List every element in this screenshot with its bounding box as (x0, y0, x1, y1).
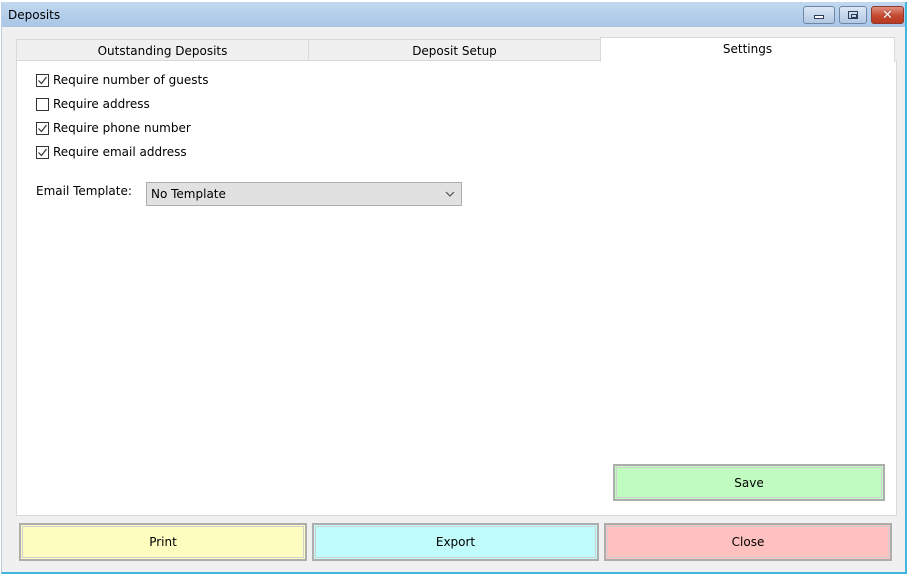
save-button[interactable]: Save (613, 464, 885, 501)
checkmark-icon (38, 124, 47, 132)
settings-panel: Require number of guests Require address… (16, 60, 897, 516)
require-phone-checkbox[interactable] (36, 121, 49, 135)
require-address-row[interactable]: Require address (36, 97, 150, 111)
require-guests-row[interactable]: Require number of guests (36, 73, 208, 87)
require-email-checkbox[interactable] (36, 145, 49, 159)
email-template-label: Email Template: (36, 184, 132, 198)
require-guests-checkbox[interactable] (36, 73, 49, 87)
close-icon: ✕ (882, 7, 893, 23)
deposits-window: Deposits ✕ Outstanding Deposits Deposit … (1, 2, 907, 574)
maximize-button[interactable] (839, 6, 867, 24)
require-phone-row[interactable]: Require phone number (36, 121, 191, 135)
close-button[interactable]: Close (604, 523, 892, 561)
tab-deposit-setup[interactable]: Deposit Setup (308, 39, 601, 61)
require-email-label: Require email address (53, 145, 187, 159)
chevron-down-icon (445, 191, 455, 197)
maximize-icon (848, 11, 858, 19)
email-template-value: No Template (151, 187, 226, 201)
require-address-checkbox[interactable] (36, 97, 49, 111)
minimize-icon (814, 15, 824, 19)
window-title: Deposits (8, 8, 61, 22)
window-close-button[interactable]: ✕ (871, 6, 904, 24)
checkmark-icon (38, 76, 47, 84)
require-phone-label: Require phone number (53, 121, 191, 135)
export-button[interactable]: Export (312, 523, 599, 561)
require-email-row[interactable]: Require email address (36, 145, 187, 159)
print-button[interactable]: Print (19, 523, 307, 561)
tab-strip: Outstanding Deposits Deposit Setup Setti… (16, 37, 896, 62)
minimize-button[interactable] (803, 6, 835, 24)
checkmark-icon (38, 148, 47, 156)
title-bar[interactable]: Deposits ✕ (2, 2, 905, 27)
tab-outstanding-deposits[interactable]: Outstanding Deposits (16, 39, 309, 61)
tab-settings[interactable]: Settings (600, 37, 895, 62)
require-guests-label: Require number of guests (53, 73, 209, 87)
require-address-label: Require address (53, 97, 150, 111)
email-template-select[interactable]: No Template (146, 182, 462, 206)
